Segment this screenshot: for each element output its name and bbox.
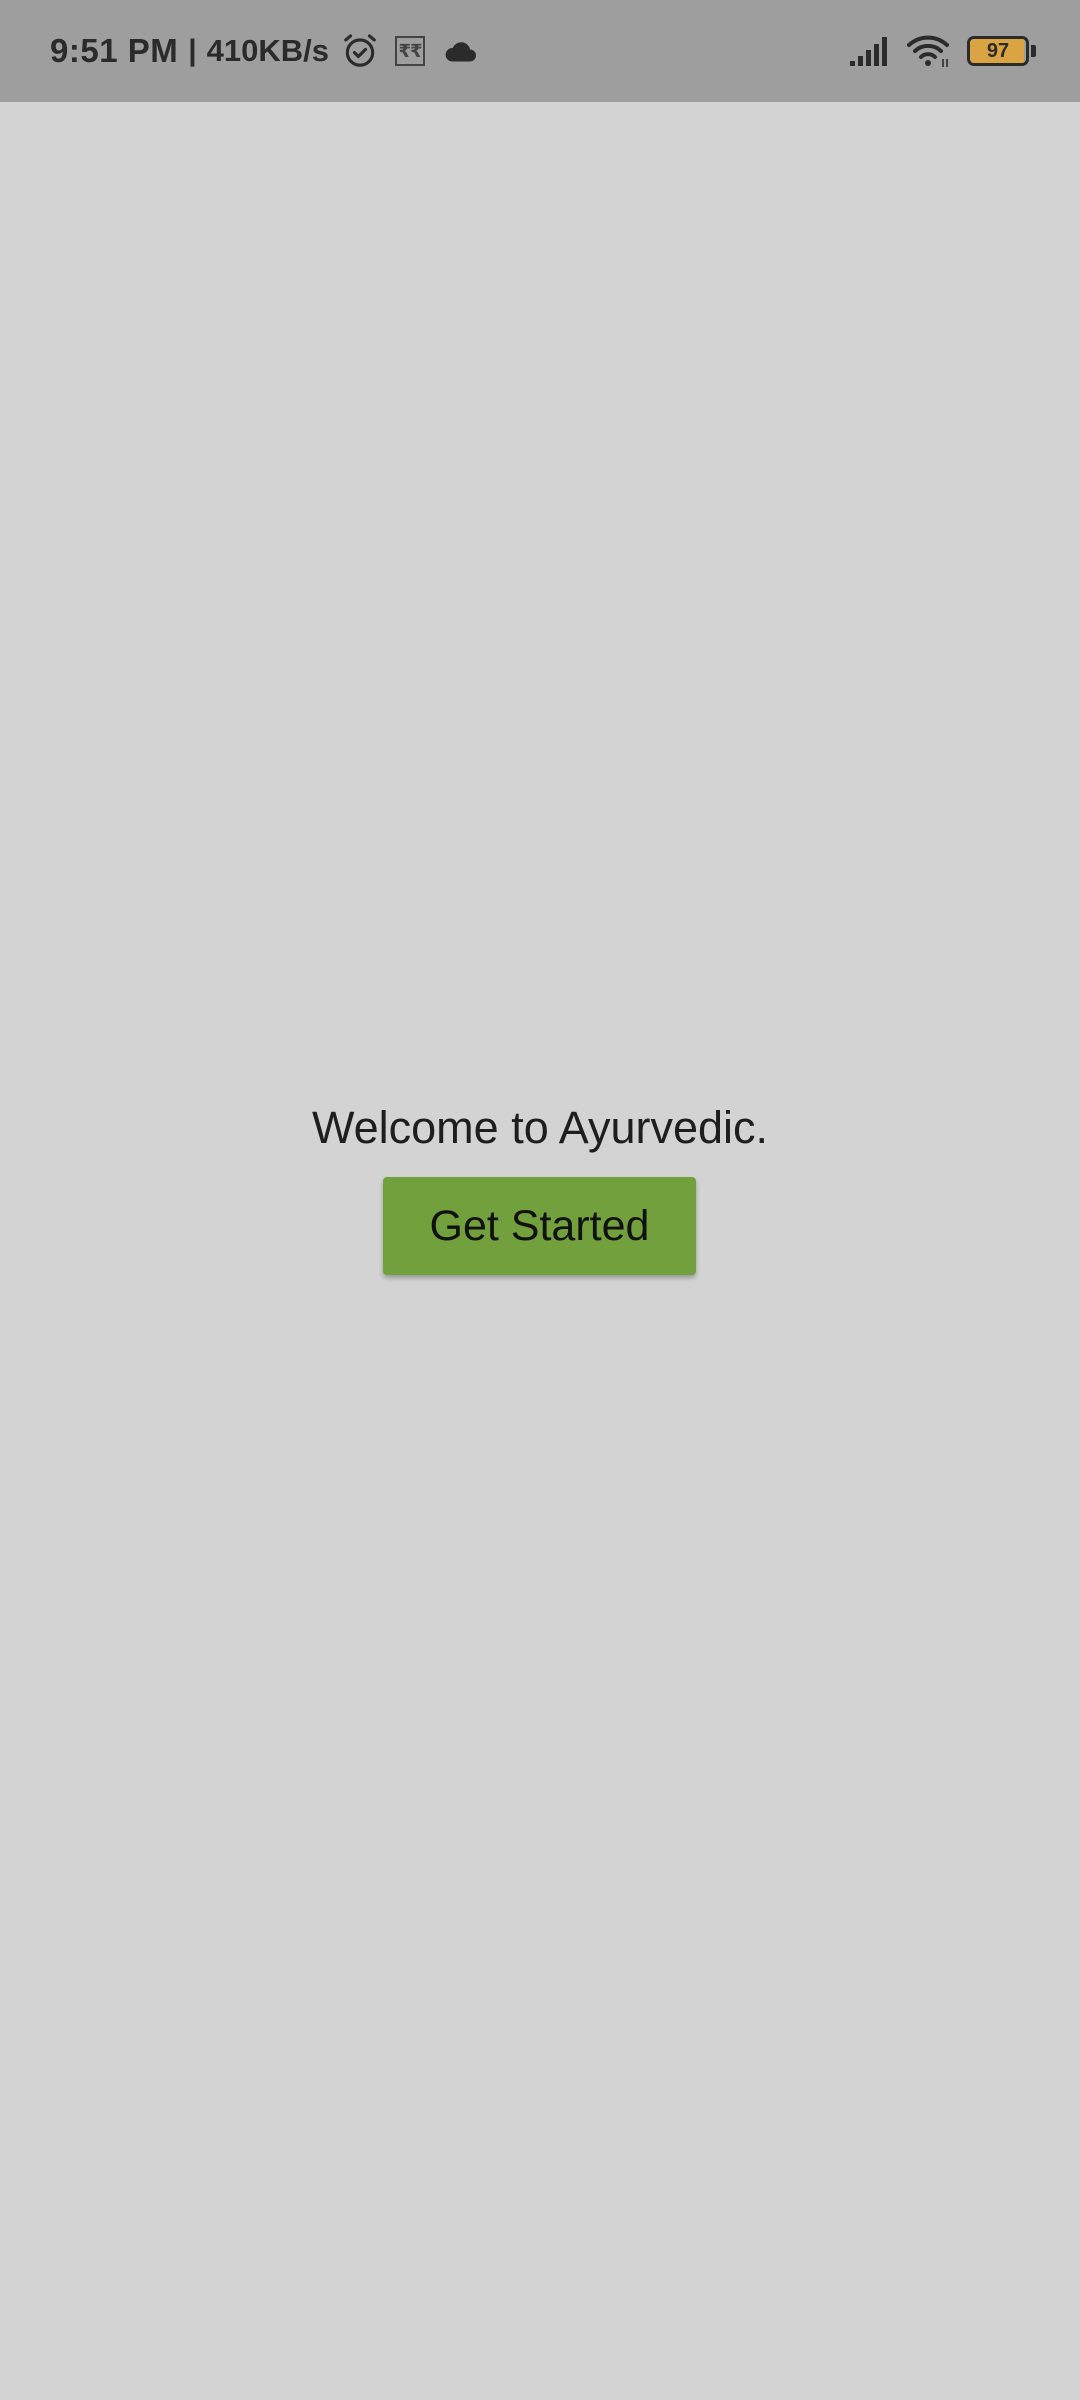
- status-bar-left: 9:51 PM | 410KB/s ₹₹: [50, 0, 479, 102]
- battery-icon: 97: [967, 36, 1029, 66]
- status-time: 9:51 PM: [50, 32, 179, 69]
- get-started-button[interactable]: Get Started: [383, 1177, 696, 1275]
- welcome-text: Welcome to Ayurvedic.: [311, 1102, 769, 1153]
- network-speed: 410KB/s: [206, 33, 329, 68]
- main-content: Welcome to Ayurvedic. Get Started: [0, 102, 1080, 2400]
- status-bar-right: 97: [837, 0, 1036, 102]
- status-separator: |: [188, 34, 197, 67]
- cloud-icon: [443, 37, 479, 65]
- rr-box-icon: ₹₹: [394, 36, 425, 66]
- wifi-icon: [907, 34, 951, 68]
- battery-level: 97: [986, 39, 1010, 62]
- status-bar: 9:51 PM | 410KB/s ₹₹ 97: [0, 0, 1080, 102]
- battery-cap: [1031, 45, 1036, 57]
- alarm-icon: [341, 32, 379, 70]
- signal-icon: [849, 35, 891, 67]
